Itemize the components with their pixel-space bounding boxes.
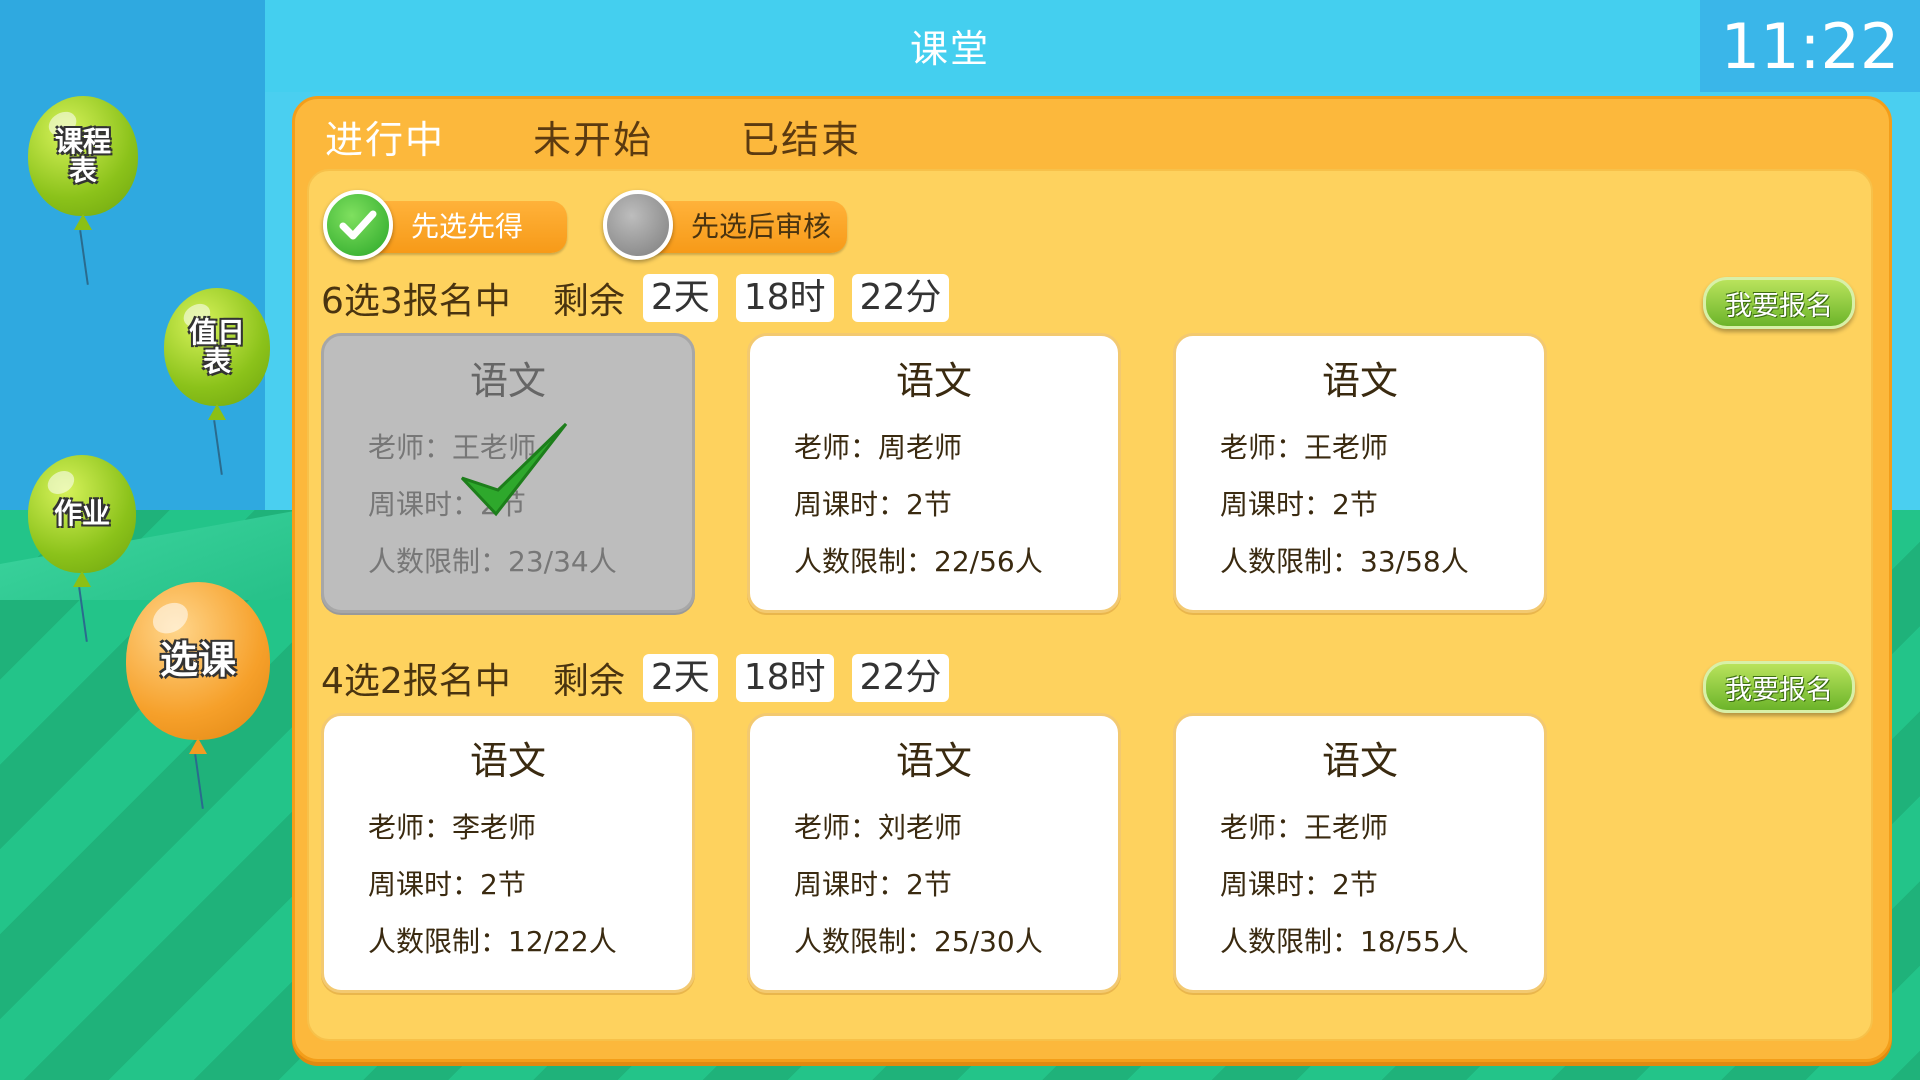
course-hours: 周课时：2节 — [1220, 868, 1378, 901]
course-card[interactable]: 语文 老师：王老师 周课时：2节 人数限制：23/34人 — [321, 333, 695, 613]
course-name: 语文 — [1321, 359, 1398, 403]
signup-button[interactable]: 我要报名 — [1703, 277, 1855, 329]
course-list-area: 先选先得 先选后审核 6选3报名中 剩余 2天 18时 22分 我要报名 语文 … — [307, 169, 1873, 1041]
remain-days: 2天 — [642, 654, 718, 702]
course-name: 语文 — [469, 739, 546, 783]
sidebar-item-duty-roster[interactable]: 值日表 — [164, 288, 270, 475]
course-limit: 人数限制：23/34人 — [368, 545, 617, 578]
course-card[interactable]: 语文 老师：周老师 周课时：2节 人数限制：22/56人 — [747, 333, 1121, 613]
remain-label: 剩余 — [552, 661, 625, 702]
group-header: 6选3报名中 剩余 2天 18时 22分 — [321, 273, 950, 323]
signup-button[interactable]: 我要报名 — [1703, 661, 1855, 713]
course-name: 语文 — [1321, 739, 1398, 783]
mode-label: 先选后审核 — [691, 210, 832, 243]
tab-in-progress[interactable]: 进行中 — [321, 109, 449, 169]
course-panel: 进行中 未开始 已结束 先选先得 先选后审核 6选3报名中 剩余 2天 18时 … — [292, 96, 1892, 1062]
balloon-shine — [44, 465, 79, 499]
sidebar-item-label: 值日表 — [188, 315, 245, 378]
balloon-knot — [74, 214, 92, 230]
sidebar-item-schedule[interactable]: 课程表 — [28, 96, 138, 285]
remain-minutes: 22分 — [851, 274, 950, 322]
course-hours: 周课时：2节 — [794, 868, 952, 901]
course-card[interactable]: 语文 老师：李老师 周课时：2节 人数限制：12/22人 — [321, 713, 695, 993]
sidebar-item-label: 课程表 — [54, 124, 111, 187]
mode-label: 先选先得 — [411, 210, 524, 243]
course-card[interactable]: 语文 老师：刘老师 周课时：2节 人数限制：25/30人 — [747, 713, 1121, 993]
course-hours: 周课时：2节 — [794, 488, 952, 521]
clock: 11:22 — [1700, 0, 1920, 92]
course-card[interactable]: 语文 老师：王老师 周课时：2节 人数限制：33/58人 — [1173, 333, 1547, 613]
clock-time: 11:22 — [1720, 9, 1900, 83]
group-title: 6选3报名中 — [321, 281, 511, 322]
remain-hours: 18时 — [735, 274, 834, 322]
check-icon — [323, 190, 393, 260]
remain-days: 2天 — [642, 274, 718, 322]
balloon-knot — [73, 571, 91, 587]
tab-ended[interactable]: 已结束 — [737, 109, 865, 169]
sidebar-item-label: 作业 — [53, 497, 110, 531]
title-bar — [265, 0, 1920, 92]
group-header: 4选2报名中 剩余 2天 18时 22分 — [321, 653, 950, 703]
course-name: 语文 — [469, 359, 546, 403]
balloon-knot — [189, 738, 207, 754]
sidebar-item-label: 选课 — [159, 638, 236, 683]
selected-check-icon — [460, 422, 568, 517]
status-tabs: 进行中 未开始 已结束 — [321, 109, 865, 169]
course-teacher: 老师：王老师 — [1220, 811, 1389, 844]
group-title: 4选2报名中 — [321, 661, 511, 702]
sidebar-item-homework[interactable]: 作业 — [28, 455, 136, 642]
tab-not-started[interactable]: 未开始 — [529, 109, 657, 169]
sidebar-item-course-selection[interactable]: 选课 — [126, 582, 270, 809]
remain-label: 剩余 — [552, 281, 625, 322]
radio-off-icon — [603, 190, 673, 260]
mode-review-toggle[interactable]: 先选后审核 — [603, 190, 847, 260]
course-teacher: 老师：周老师 — [794, 431, 963, 464]
course-teacher: 老师：刘老师 — [794, 811, 963, 844]
course-teacher: 老师：李老师 — [368, 811, 537, 844]
balloon-knot — [208, 404, 226, 420]
course-name: 语文 — [895, 359, 972, 403]
remain-hours: 18时 — [735, 654, 834, 702]
course-card[interactable]: 语文 老师：王老师 周课时：2节 人数限制：18/55人 — [1173, 713, 1547, 993]
course-limit: 人数限制：12/22人 — [368, 925, 617, 958]
page-title: 课堂 — [909, 27, 990, 71]
course-limit: 人数限制：18/55人 — [1220, 925, 1469, 958]
course-limit: 人数限制：25/30人 — [794, 925, 1043, 958]
course-limit: 人数限制：22/56人 — [794, 545, 1043, 578]
remain-minutes: 22分 — [851, 654, 950, 702]
balloon-shine — [147, 596, 194, 641]
course-hours: 周课时：2节 — [368, 868, 526, 901]
course-limit: 人数限制：33/58人 — [1220, 545, 1469, 578]
mode-first-come-toggle[interactable]: 先选先得 — [323, 190, 567, 260]
course-teacher: 老师：王老师 — [1220, 431, 1389, 464]
course-name: 语文 — [895, 739, 972, 783]
course-hours: 周课时：2节 — [1220, 488, 1378, 521]
